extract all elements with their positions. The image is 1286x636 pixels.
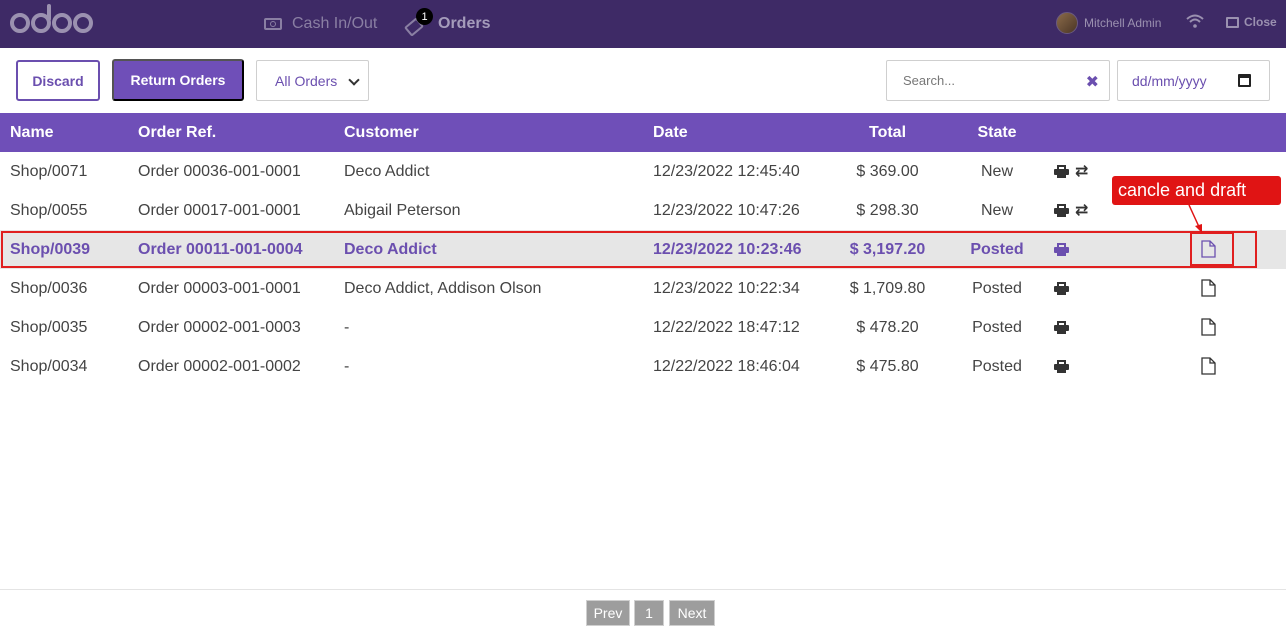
order-total: $ 298.30 (856, 201, 919, 219)
return-orders-button[interactable]: Return Orders (112, 59, 244, 101)
orders-button[interactable]: Orders (404, 0, 491, 48)
order-date: 12/22/2022 18:46:04 (653, 357, 800, 375)
cash-in-out-label: Cash In/Out (292, 15, 378, 32)
order-date: 12/23/2022 10:22:34 (653, 279, 800, 297)
odoo-logo[interactable] (10, 4, 93, 37)
printer-icon[interactable] (1054, 165, 1069, 178)
table-header: Name Order Ref. Customer Date Total Stat… (0, 113, 1286, 152)
order-total: $ 369.00 (856, 162, 919, 180)
order-name: Shop/0071 (10, 162, 88, 180)
column-header-customer: Customer (344, 123, 419, 141)
printer-icon[interactable] (1054, 204, 1069, 217)
date-placeholder: dd/mm/yyyy (1132, 72, 1207, 89)
order-total: $ 1,709.80 (849, 279, 926, 297)
order-total: $ 475.80 (856, 357, 919, 375)
order-customer: - (344, 318, 350, 336)
document-icon[interactable] (1201, 318, 1216, 336)
table-row[interactable]: Shop/0034 Order 00002-001-0002 - 12/22/2… (0, 347, 1286, 386)
annotation-icon-highlight (1190, 232, 1234, 266)
order-name: Shop/0034 (10, 357, 88, 375)
annotation-callout: cancle and draft (1112, 176, 1281, 205)
order-filter-value: All Orders (275, 72, 338, 89)
order-filter-select[interactable]: All Orders (256, 60, 369, 101)
search-input[interactable] (903, 73, 1083, 88)
order-ref: Order 00036-001-0001 (138, 162, 301, 180)
order-customer: - (344, 357, 350, 375)
table-row[interactable]: Shop/0036 Order 00003-001-0001 Deco Addi… (0, 269, 1286, 308)
order-total: $ 478.20 (856, 318, 919, 336)
order-date: 12/22/2022 18:47:12 (653, 318, 800, 336)
user-menu[interactable]: Mitchell Admin (1056, 12, 1161, 34)
document-icon[interactable] (1201, 357, 1216, 375)
prev-page-button[interactable]: Prev (586, 600, 630, 626)
cash-in-out-button[interactable]: Cash In/Out (264, 0, 377, 48)
column-header-state: State (977, 123, 1017, 141)
table-row[interactable]: Shop/0055 Order 00017-001-0001 Abigail P… (0, 191, 1286, 230)
clear-search-icon[interactable]: ✖ (1086, 72, 1099, 92)
order-state: Posted (972, 357, 1022, 375)
order-customer: Abigail Peterson (344, 201, 461, 219)
close-label: Close (1244, 15, 1277, 29)
return-icon[interactable]: ⇄ (1075, 202, 1088, 219)
user-name: Mitchell Admin (1084, 16, 1162, 30)
return-icon[interactable]: ⇄ (1075, 163, 1088, 180)
table-row[interactable]: Shop/0035 Order 00002-001-0003 - 12/22/2… (0, 308, 1286, 347)
orders-count-badge: 1 (416, 8, 433, 25)
order-name: Shop/0035 (10, 318, 88, 336)
document-icon[interactable] (1201, 279, 1216, 297)
chevron-down-icon (348, 74, 360, 86)
order-ref: Order 00002-001-0003 (138, 318, 301, 336)
orders-label: Orders (438, 15, 491, 32)
order-state: Posted (972, 318, 1022, 336)
cash-icon (264, 18, 282, 30)
printer-icon[interactable] (1054, 360, 1069, 373)
order-state: New (980, 201, 1013, 219)
close-button[interactable]: Close (1226, 15, 1277, 29)
order-name: Shop/0036 (10, 279, 88, 297)
wifi-icon (1186, 14, 1204, 28)
order-name: Shop/0055 (10, 201, 88, 219)
footer-divider (0, 589, 1286, 590)
avatar (1056, 12, 1078, 34)
calendar-icon[interactable] (1238, 74, 1251, 87)
printer-icon[interactable] (1054, 321, 1069, 334)
logout-icon (1226, 16, 1239, 28)
annotation-arrow-icon (1188, 204, 1202, 233)
column-header-total: Total (868, 123, 907, 141)
order-state: New (980, 162, 1013, 180)
order-state: Posted (972, 279, 1022, 297)
order-customer: Deco Addict, Addison Olson (344, 279, 542, 297)
column-header-name: Name (10, 123, 54, 141)
order-ref: Order 00002-001-0002 (138, 357, 301, 375)
column-header-date: Date (653, 123, 688, 141)
order-customer: Deco Addict (344, 162, 430, 180)
table-row[interactable]: Shop/0071 Order 00036-001-0001 Deco Addi… (0, 152, 1286, 191)
search-box[interactable]: ✖ (886, 60, 1110, 101)
date-field[interactable]: dd/mm/yyyy (1117, 60, 1270, 101)
printer-icon[interactable] (1054, 282, 1069, 295)
top-bar: Cash In/Out Orders 1 Mitchell Admin Clos… (0, 0, 1286, 48)
order-date: 12/23/2022 10:47:26 (653, 201, 800, 219)
column-header-ref: Order Ref. (138, 123, 217, 141)
discard-button[interactable]: Discard (16, 60, 100, 101)
order-ref: Order 00017-001-0001 (138, 201, 301, 219)
order-date: 12/23/2022 12:45:40 (653, 162, 800, 180)
next-page-button[interactable]: Next (669, 600, 715, 626)
order-ref: Order 00003-001-0001 (138, 279, 301, 297)
page-number-button[interactable]: 1 (634, 600, 664, 626)
annotation-row-highlight (1, 231, 1257, 268)
